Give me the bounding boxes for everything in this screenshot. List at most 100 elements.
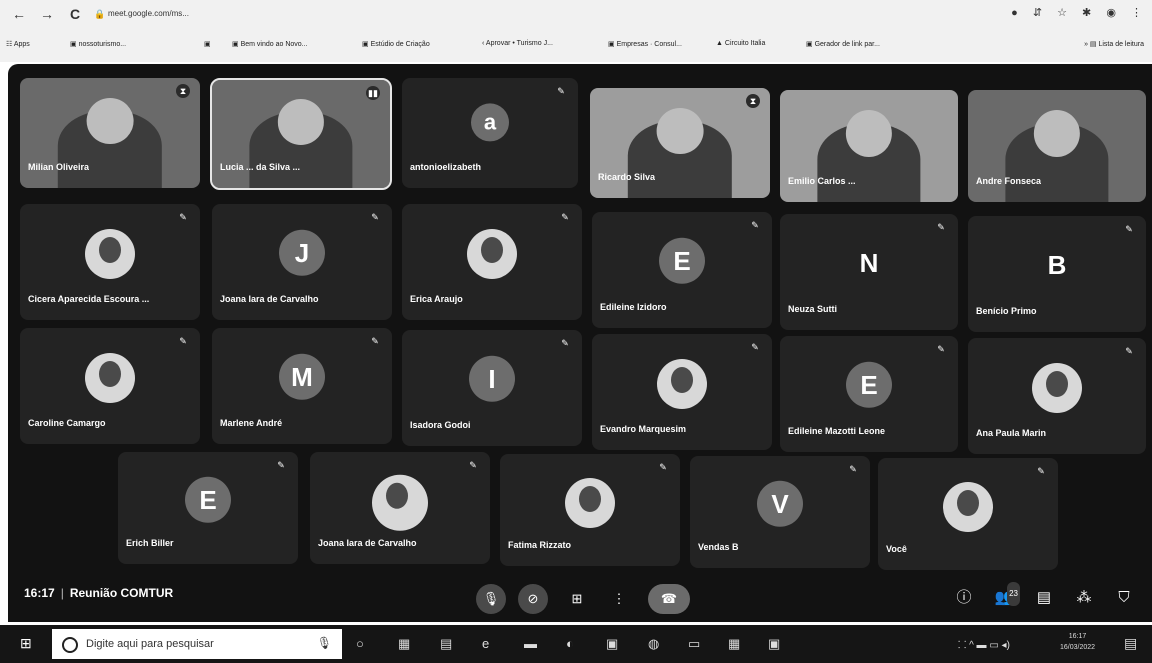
participant-tile[interactable]: ✎ M Marlene André: [212, 328, 392, 444]
mic-off-icon: ✎: [1125, 346, 1133, 356]
extensions-icon[interactable]: ✱: [1082, 7, 1091, 19]
participant-tile[interactable]: ⧗ Milian Oliveira: [20, 78, 200, 188]
participant-tile[interactable]: ✎ E Erich Biller: [118, 452, 298, 564]
bookmark-item[interactable]: ▣ Empresas · Consul...: [608, 40, 682, 48]
cast-icon[interactable]: ⇵: [1033, 7, 1042, 19]
app-icon[interactable]: ▭: [688, 636, 700, 652]
mic-off-icon: ✎: [277, 460, 285, 470]
profile-photo: [85, 352, 135, 403]
meeting-info-button[interactable]: ⓘ: [952, 586, 976, 610]
meeting-details[interactable]: 16:17 | Reunião COMTUR: [24, 586, 173, 600]
forward-icon[interactable]: →: [40, 6, 54, 22]
excel-icon[interactable]: ▣: [606, 636, 618, 652]
activities-icon: ⁂: [1076, 589, 1092, 606]
mic-off-icon: ✎: [371, 212, 379, 222]
star-icon[interactable]: ☆: [1057, 7, 1067, 19]
page-icon: ‹: [482, 40, 485, 47]
video-person: [656, 107, 704, 154]
bookmark-item[interactable]: ▲ Circuito Italia: [716, 40, 765, 47]
present-button[interactable]: ⊞: [562, 584, 592, 614]
record-icon[interactable]: ●: [1011, 7, 1018, 19]
participant-name: Ricardo Silva: [598, 172, 656, 182]
system-tray[interactable]: ⸬ ^ ▬ ▭ ◂): [958, 637, 1010, 651]
participant-tile[interactable]: ✎ Erica Araujo: [402, 204, 582, 320]
participant-name: Erich Biller: [126, 538, 174, 548]
participant-tile[interactable]: ✎ V Vendas B: [690, 456, 870, 568]
participant-tile[interactable]: ✎ B Benício Primo: [968, 216, 1146, 332]
leave-call-button[interactable]: ☎: [648, 584, 690, 614]
mic-icon[interactable]: 🎙: [317, 636, 332, 650]
app-icon[interactable]: ◐: [566, 636, 574, 651]
participant-tile-self[interactable]: ✎ Você: [878, 458, 1058, 570]
menu-icon[interactable]: ⋮: [1131, 7, 1142, 19]
profile-photo: [943, 481, 993, 532]
taskbar-search-box[interactable]: Digite aqui para pesquisar 🎙: [52, 629, 342, 659]
participant-tile[interactable]: ▮▮ Lucia ... da Silva ...: [210, 78, 392, 190]
profile-icon[interactable]: ◉: [1106, 7, 1116, 19]
edge-icon[interactable]: e: [482, 636, 489, 651]
bookmark-item[interactable]: ▣ Gerador de link par...: [806, 40, 880, 48]
camera-toggle-button[interactable]: ⊘: [518, 584, 548, 614]
address-bar[interactable]: meet.google.com/ms...: [108, 9, 189, 18]
app-icon[interactable]: ▤: [440, 636, 452, 652]
back-icon[interactable]: ←: [12, 6, 26, 22]
avatar: N: [859, 247, 879, 278]
participant-tile[interactable]: Emilio Carlos ...: [780, 90, 958, 202]
participant-tile[interactable]: ✎ Cicera Aparecida Escoura ...: [20, 204, 200, 320]
activities-button[interactable]: ⁂: [1072, 586, 1096, 610]
participant-tile[interactable]: ✎ E Edileine Izidoro: [592, 212, 772, 328]
bookmark-item[interactable]: ‹ Aprovar • Turismo J...: [482, 40, 553, 47]
taskbar-clock[interactable]: 16:17 16/03/2022: [1060, 631, 1095, 653]
chat-button[interactable]: ▤: [1032, 586, 1056, 610]
participant-tile[interactable]: ✎ Joana Iara de Carvalho: [310, 452, 490, 564]
participant-tile[interactable]: Andre Fonseca: [968, 90, 1146, 202]
chrome-icon[interactable]: ◍: [648, 636, 659, 652]
mic-off-icon: ✎: [849, 464, 857, 474]
participant-tile[interactable]: ✎ Fatima Rizzato: [500, 454, 680, 566]
avatar: E: [659, 237, 705, 284]
participant-tile[interactable]: ✎ Ana Paula Marin: [968, 338, 1146, 454]
meeting-stage: ⧗ Milian Oliveira ▮▮ Lucia ... da Silva …: [8, 64, 1152, 622]
participant-tile[interactable]: ⧗ Ricardo Silva: [590, 88, 770, 198]
more-options-button[interactable]: ⋮: [604, 584, 634, 614]
file-explorer-icon[interactable]: ▬: [524, 636, 537, 651]
bookmark-label: Estúdio de Criação: [370, 41, 430, 48]
task-view-icon[interactable]: ○: [356, 636, 364, 651]
avatar: V: [757, 480, 803, 527]
bookmark-item[interactable]: ▣: [204, 40, 211, 48]
search-icon: [62, 637, 78, 653]
store-icon[interactable]: ▦: [398, 636, 410, 652]
participant-tile[interactable]: ✎ a antonioelizabeth: [402, 78, 578, 188]
participant-tile[interactable]: ✎ E Edileine Mazotti Leone: [780, 336, 958, 452]
participant-name: Evandro Marquesim: [600, 424, 687, 434]
profile-photo: [467, 228, 517, 279]
bookmark-item[interactable]: ▣ Estúdio de Criação: [362, 40, 430, 48]
participant-tile[interactable]: ✎ J Joana Iara de Carvalho: [212, 204, 392, 320]
participant-tile[interactable]: ✎ Evandro Marquesim: [592, 334, 772, 450]
participant-tile[interactable]: ✎ I Isadora Godoi: [402, 330, 582, 446]
calculator-icon[interactable]: ▦: [728, 636, 740, 652]
mic-toggle-button[interactable]: 🎙: [476, 584, 506, 614]
participant-name: Andre Fonseca: [976, 176, 1042, 186]
bookmark-item[interactable]: ▣ nossoturismo...: [70, 40, 126, 48]
bookmark-label: Empresas · Consul...: [616, 41, 682, 48]
people-button[interactable]: 👥 23: [992, 582, 1020, 610]
participant-tile[interactable]: ✎ N Neuza Sutti: [780, 214, 958, 330]
avatar: B: [1047, 249, 1067, 280]
host-controls-button[interactable]: ⛉: [1112, 586, 1136, 610]
photos-icon[interactable]: ▣: [768, 636, 780, 652]
participant-tile[interactable]: ✎ Caroline Camargo: [20, 328, 200, 444]
bookmark-item[interactable]: ▣ Bem vindo ao Novo...: [232, 40, 308, 48]
reading-list[interactable]: » ▤ Lista de leitura: [1084, 40, 1144, 48]
start-button[interactable]: ⊞: [20, 635, 32, 652]
notification-icon[interactable]: ▤: [1124, 635, 1137, 652]
mic-off-icon: ✎: [371, 336, 379, 346]
reload-icon[interactable]: C: [70, 6, 80, 22]
speaking-icon: ▮▮: [366, 86, 380, 100]
windows-icon: ⊞: [20, 635, 32, 651]
info-icon: ⓘ: [956, 589, 972, 606]
page-icon: ▣: [362, 41, 369, 48]
mic-off-icon: ⧗: [746, 94, 760, 108]
bookmark-apps[interactable]: ☷ Apps: [6, 40, 30, 48]
bookmark-label: Aprovar • Turismo J...: [485, 40, 553, 47]
